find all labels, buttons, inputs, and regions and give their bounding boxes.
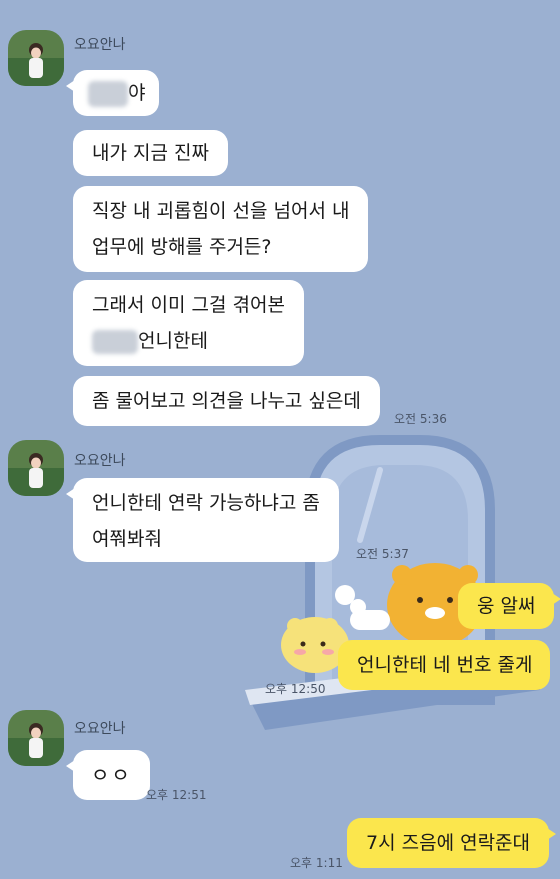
message-text: 7시 즈음에 연락준대 (366, 832, 531, 854)
message-bubble[interactable]: 그래서 이미 그걸 겪어본 언니한테 (73, 280, 304, 366)
sender-name: 오요안나 (74, 721, 126, 737)
message-bubble[interactable]: 좀 물어보고 의견을 나누고 싶은데 (73, 376, 380, 426)
message-timestamp: 오전 5:37 (356, 547, 409, 561)
avatar[interactable] (8, 30, 64, 86)
message-line: 언니한테 (92, 323, 285, 359)
my-message-bubble[interactable]: 언니한테 네 번호 줄게 (338, 640, 550, 690)
message-timestamp: 오후 12:51 (146, 788, 207, 802)
profile-photo-avatar-icon (8, 30, 64, 86)
message-timestamp: 오후 12:50 (265, 682, 326, 696)
sender-name: 오요안나 (74, 453, 126, 469)
message-line: 직장 내 괴롭힘이 선을 넘어서 내 (92, 200, 350, 222)
message-bubble[interactable]: 언니한테 연락 가능하냐고 좀 여쭤봐줘 (66, 478, 339, 562)
message-timestamp: 오후 1:11 (290, 856, 343, 870)
profile-photo-avatar-icon (8, 710, 64, 766)
message-text: 웅 알써 (477, 595, 536, 617)
message-text: 언니한테 네 번호 줄게 (357, 654, 533, 676)
my-message-bubble[interactable]: 웅 알써 (458, 583, 560, 629)
message-line: 업무에 방해를 주거든? (92, 236, 272, 258)
avatar[interactable] (8, 710, 64, 766)
message-line: 언니한테 연락 가능하냐고 좀 (92, 492, 320, 514)
message-text: 좀 물어보고 의견을 나누고 싶은데 (92, 390, 361, 412)
message-bubble[interactable]: 직장 내 괴롭힘이 선을 넘어서 내 업무에 방해를 주거든? (73, 186, 369, 272)
message-line: 여쭤봐줘 (92, 528, 162, 550)
sender-name: 오요안나 (74, 37, 126, 53)
avatar[interactable] (8, 440, 64, 496)
message-bubble[interactable]: 야 (66, 70, 159, 116)
blurred-name (88, 80, 128, 107)
my-message-bubble[interactable]: 7시 즈음에 연락준대 (347, 818, 557, 868)
profile-photo-avatar-icon (8, 440, 64, 496)
blurred-name (92, 329, 138, 354)
message-line: 그래서 이미 그걸 겪어본 (92, 294, 285, 316)
message-bubble[interactable]: 내가 지금 진짜 (73, 130, 228, 176)
message-text: 언니한테 (138, 330, 208, 352)
message-text: 내가 지금 진짜 (92, 142, 209, 164)
message-bubble[interactable]: ㅇㅇ (66, 750, 150, 800)
message-timestamp: 오전 5:36 (394, 412, 447, 426)
message-text: ㅇㅇ (91, 763, 132, 787)
message-text: 야 (128, 82, 146, 104)
